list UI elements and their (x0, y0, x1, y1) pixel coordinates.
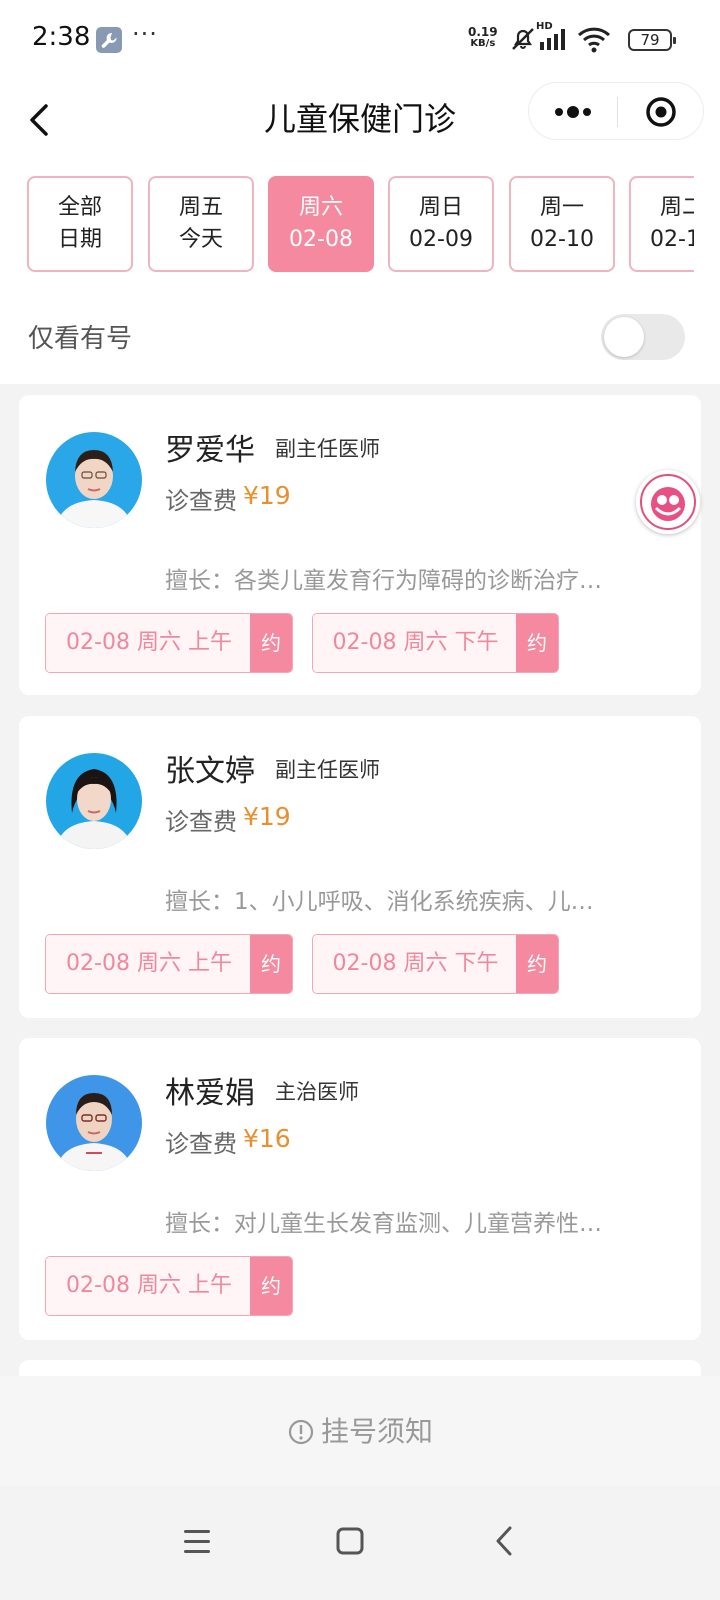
doctor-card[interactable]: 罗爱华 副主任医师 诊查费 ¥19 擅长：各类儿童发育行为障碍的诊断治疗… 02… (19, 395, 701, 695)
appointment-slot[interactable]: 02-08 周六 下午 约 (312, 613, 559, 673)
doctor-title: 副主任医师 (275, 758, 380, 782)
menu-lines-icon[interactable] (167, 1514, 227, 1570)
fee-label: 诊查费 (165, 1130, 237, 1158)
date-chip-line1: 周五 (178, 195, 223, 220)
doctor-specialty: 擅长：各类儿童发育行为障碍的诊断治疗… (165, 568, 602, 594)
doctor-name: 林爱娟 (165, 1076, 255, 1111)
date-scroll[interactable]: 全部 日期 周五 今天 周六 02-08 周日 02-09 周一 02-10 周… (0, 164, 694, 290)
doctor-specialty: 擅长：对儿童生长发育监测、儿童营养性… (165, 1211, 602, 1237)
book-button[interactable]: 约 (516, 935, 558, 993)
more-dots-icon[interactable] (529, 83, 617, 141)
available-only-label: 仅看有号 (28, 324, 133, 354)
status-bar: 2:38 ··· 0.19 KB/s HD 79 (0, 0, 720, 80)
appointment-slot[interactable]: 02-08 周六 上午 约 (45, 613, 293, 673)
slot-label: 02-08 周六 下午 (313, 935, 518, 993)
wrench-icon (96, 27, 122, 53)
doctor-specialty: 擅长：1、小儿呼吸、消化系统疾病、儿… (165, 889, 594, 915)
registration-notice-bar[interactable]: 挂号须知 (0, 1376, 720, 1486)
slot-label: 02-08 周六 下午 (313, 614, 518, 672)
doctor-title: 副主任医师 (275, 437, 380, 461)
appointment-slot[interactable]: 02-08 周六 上午 约 (45, 934, 293, 994)
fee-value: ¥19 (243, 802, 291, 831)
wifi-icon (577, 27, 611, 53)
fee-value: ¥19 (243, 481, 291, 510)
doctor-name: 罗爱华 (165, 433, 255, 468)
date-chip-tuesday[interactable]: 周二 02-11 (629, 176, 694, 272)
doctor-avatar (46, 432, 142, 528)
target-circle-icon[interactable] (618, 83, 704, 141)
date-chip-monday[interactable]: 周一 02-10 (509, 176, 615, 272)
date-chip-line1: 周日 (418, 195, 463, 220)
system-nav-bar (0, 1486, 720, 1600)
date-chip-line2: 02-10 (530, 227, 594, 252)
date-chip-line2: 日期 (57, 227, 102, 252)
back-arrow-icon[interactable] (22, 98, 62, 142)
appointment-slot[interactable]: 02-08 周六 上午 约 (45, 1256, 293, 1316)
slot-label: 02-08 周六 上午 (46, 935, 252, 993)
toggle-knob (604, 317, 644, 357)
info-circle-icon (287, 1418, 315, 1453)
date-chip-today[interactable]: 周五 今天 (148, 176, 254, 272)
book-button[interactable]: 约 (250, 1257, 292, 1315)
doctor-card[interactable]: 林爱娟 主治医师 诊查费 ¥16 擅长：对儿童生长发育监测、儿童营养性… 02-… (19, 1038, 701, 1340)
date-chip-selected[interactable]: 周六 02-08 (268, 176, 374, 272)
date-selector: 全部 日期 周五 今天 周六 02-08 周日 02-09 周一 02-10 周… (0, 164, 720, 290)
network-speed-unit: KB/s (470, 38, 496, 49)
book-button[interactable]: 约 (250, 614, 292, 672)
date-chip-line2: 02-09 (409, 227, 473, 252)
miniprogram-capsule (528, 82, 704, 140)
available-only-toggle[interactable] (601, 314, 685, 360)
date-chip-line1: 周一 (539, 195, 584, 220)
book-button[interactable]: 约 (516, 614, 558, 672)
date-chip-line2: 02-11 (650, 227, 694, 252)
notice-label: 挂号须知 (320, 1415, 433, 1448)
doctor-avatar (46, 753, 142, 849)
appointment-slot[interactable]: 02-08 周六 下午 约 (312, 934, 559, 994)
battery-indicator: 79 (628, 29, 676, 51)
date-chip-line1: 周二 (659, 195, 694, 220)
doctor-name: 张文婷 (165, 754, 255, 789)
home-square-icon[interactable] (320, 1514, 380, 1570)
date-chip-sunday[interactable]: 周日 02-09 (388, 176, 494, 272)
mute-bell-icon (512, 28, 534, 50)
status-more-dots: ··· (132, 20, 158, 48)
page-title: 儿童保健门诊 (263, 100, 456, 138)
doctor-avatar (46, 1075, 142, 1171)
date-chip-line2: 02-08 (289, 227, 353, 252)
date-chip-all[interactable]: 全部 日期 (27, 176, 133, 272)
doctor-card[interactable]: 张文婷 副主任医师 诊查费 ¥19 擅长：1、小儿呼吸、消化系统疾病、儿… 02… (19, 716, 701, 1018)
registration-notice[interactable]: 挂号须知 (0, 1410, 720, 1453)
date-chip-line1: 全部 (57, 195, 102, 220)
network-speed-value: 0.19 (468, 25, 498, 39)
date-chip-line1: 周六 (298, 195, 343, 220)
nav-back-icon[interactable] (474, 1514, 534, 1570)
date-chip-line2: 今天 (178, 227, 223, 252)
signal-icon (540, 29, 565, 50)
fee-label: 诊查费 (165, 808, 237, 836)
nav-bar: 儿童保健门诊 (0, 80, 720, 164)
network-speed: 0.19 KB/s (468, 26, 498, 50)
slot-label: 02-08 周六 上午 (46, 614, 252, 672)
doctor-title: 主治医师 (275, 1080, 359, 1104)
filter-bar: 仅看有号 (0, 290, 720, 384)
slot-label: 02-08 周六 上午 (46, 1257, 252, 1315)
status-time: 2:38 (32, 22, 91, 52)
book-button[interactable]: 约 (250, 935, 292, 993)
fee-label: 诊查费 (165, 487, 237, 515)
fee-value: ¥16 (243, 1124, 291, 1153)
hospital-logo-icon[interactable] (636, 470, 700, 534)
